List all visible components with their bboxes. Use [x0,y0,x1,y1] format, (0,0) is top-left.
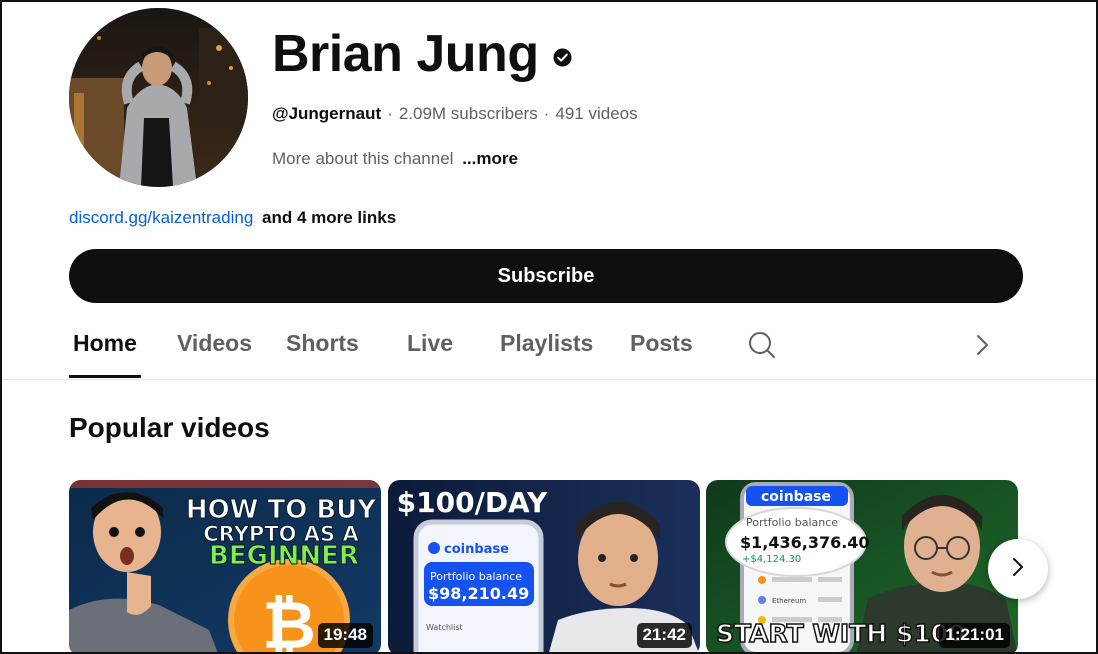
active-tab-indicator [69,375,141,378]
video-duration: 21:42 [636,623,692,648]
avatar-photo [69,8,248,187]
overlay-title: $100/DAY [397,486,548,519]
channel-about[interactable]: More about this channel ...more [272,149,518,169]
balance-value: $98,210.49 [428,584,529,603]
subscribe-button[interactable]: Subscribe [69,249,1023,303]
channel-title-row: Brian Jung [272,28,572,80]
tab-posts[interactable]: Posts [630,330,693,357]
tab-shorts[interactable]: Shorts [286,330,359,357]
tab-playlists[interactable]: Playlists [500,330,593,357]
about-text: More about this channel [272,149,454,168]
channel-links: discord.gg/kaizentrading and 4 more link… [69,208,396,228]
app-name: coinbase [761,489,831,505]
verified-check-icon [553,48,572,67]
chevron-right-icon [1008,556,1028,583]
bitcoin-symbol: ₿ [262,587,316,654]
channel-name: Brian Jung [272,25,539,83]
overlay-line: HOW TO BUY [186,495,377,525]
chevron-right-icon[interactable] [970,332,994,358]
thumbnail-caption: START WITH $100 [716,619,966,648]
video-count: 491 videos [555,104,638,123]
about-more-link[interactable]: ...more [462,149,518,168]
meta-separator: · [543,104,550,123]
overlay-line: BEGINNER [209,541,359,571]
channel-avatar[interactable] [69,8,248,187]
balance-label: Portfolio balance [430,570,522,583]
video-duration: 19:48 [317,623,373,648]
meta-separator: · [387,104,393,123]
balance-label: Portfolio balance [746,516,838,529]
video-thumbnail[interactable]: $100/DAY coinbase Portfolio balance $98,… [388,480,700,652]
discord-link[interactable]: discord.gg/kaizentrading [69,208,253,227]
app-name: coinbase [444,542,509,557]
channel-meta: @Jungernaut · 2.09M subscribers · 491 vi… [272,104,638,124]
section-title: Popular videos [69,412,270,443]
tab-home[interactable]: Home [73,330,137,357]
channel-handle: @Jungernaut [272,104,382,123]
video-thumbnail[interactable]: coinbase Portfolio balance $1,436,376.40… [706,480,1018,652]
tab-live[interactable]: Live [407,330,453,357]
balance-value: $1,436,376.40 [740,533,870,552]
search-icon[interactable] [747,330,777,360]
more-links-button[interactable]: and 4 more links [262,208,396,227]
video-thumbnail[interactable]: ₿ HOW TO BUY CRYPTO AS A BEGINNER 19:48 [69,480,381,654]
channel-page: Brian Jung @Jungernaut · 2.09M subscribe… [0,0,1098,654]
tab-videos[interactable]: Videos [177,330,252,357]
asset-name: Ethereum [772,597,806,605]
subscriber-count: 2.09M subscribers [398,104,538,123]
carousel-next-button[interactable] [988,539,1048,599]
watchlist-label: Watchlist [426,623,463,632]
video-duration: 1:21:01 [939,623,1010,648]
balance-change: +$4,124.30 [742,554,801,565]
channel-tabs: Home Videos Shorts Live Playlists Posts [2,324,1096,380]
